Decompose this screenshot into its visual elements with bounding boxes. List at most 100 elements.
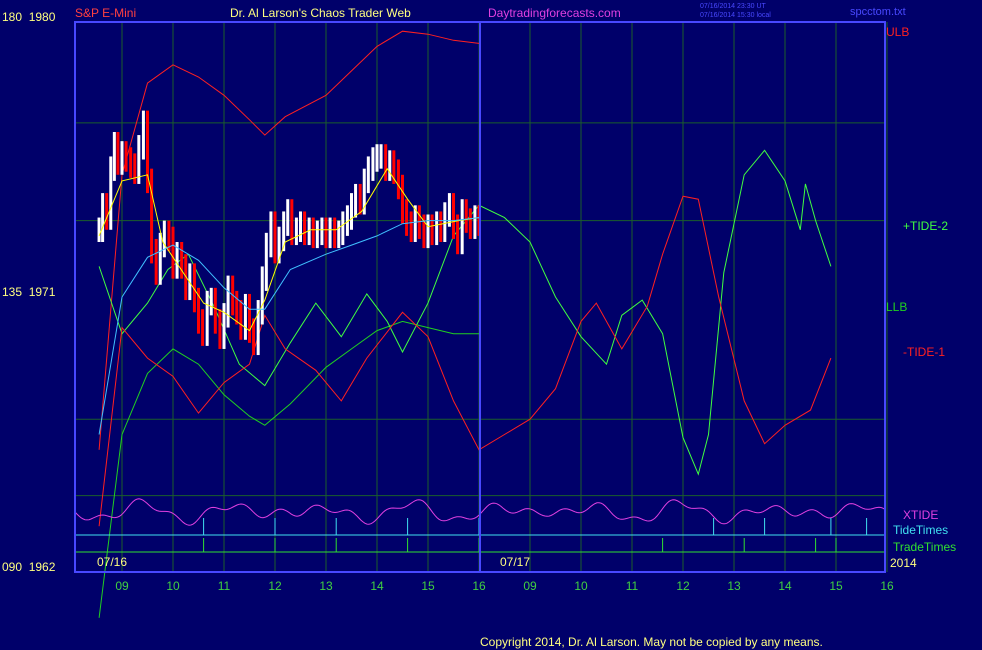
hour-tick-label: 12 xyxy=(676,579,690,593)
hour-tick-label: 10 xyxy=(574,579,588,593)
price-bar xyxy=(311,217,315,249)
band-lines xyxy=(98,30,832,618)
price-bar xyxy=(171,226,175,279)
price-bar xyxy=(120,141,124,175)
price-bar xyxy=(460,199,464,255)
price-bar xyxy=(154,238,158,285)
hour-tick-label: 16 xyxy=(880,579,894,593)
hour-tick-label: 11 xyxy=(218,579,231,593)
timestamp-ut: 07/16/2014 23:30 UT xyxy=(700,3,766,10)
legend-tide2: +TIDE-2 xyxy=(903,219,948,233)
legend-xtide: XTIDE xyxy=(903,508,938,522)
hour-tick-label: 16 xyxy=(472,579,486,593)
price-bar xyxy=(105,193,109,230)
price-bar xyxy=(358,183,362,215)
price-bar xyxy=(371,147,375,181)
price-bar xyxy=(201,309,205,346)
legend-tide1: -TIDE-1 xyxy=(903,345,945,359)
price-bar xyxy=(384,144,388,181)
price-bar xyxy=(315,220,319,249)
series-line xyxy=(98,149,832,476)
price-bar xyxy=(430,214,434,246)
price-bar xyxy=(264,232,268,291)
hour-tick-label: 09 xyxy=(115,579,129,593)
y-label-bottom: 090 1962 xyxy=(2,560,56,574)
legend-llb: LLB xyxy=(886,300,907,314)
symbol-label: S&P E-Mini xyxy=(75,6,136,20)
price-bar xyxy=(375,144,379,172)
date-left: 07/16 xyxy=(97,555,127,569)
y-label-top: 180 1980 xyxy=(2,10,56,24)
price-bar xyxy=(299,211,302,242)
price-bar xyxy=(337,220,341,249)
hour-tick-label: 10 xyxy=(166,579,180,593)
price-bar xyxy=(97,217,101,242)
copyright: Copyright 2014, Dr. Al Larson. May not b… xyxy=(480,635,823,649)
price-bar xyxy=(213,287,217,334)
price-bar xyxy=(447,193,451,227)
site-link[interactable]: Daytradingforecasts.com xyxy=(488,6,621,20)
price-bar xyxy=(443,202,447,242)
price-bar xyxy=(235,290,239,325)
price-bar xyxy=(116,132,120,175)
price-bar xyxy=(260,266,264,325)
price-bar xyxy=(468,208,472,239)
hour-tick-label: 09 xyxy=(523,579,537,593)
price-bar xyxy=(180,242,184,279)
price-bar xyxy=(269,211,273,258)
chart-canvas: S&P E-Mini Dr. Al Larson's Chaos Trader … xyxy=(2,3,956,649)
file-name: spcctom.txt xyxy=(850,6,906,18)
price-bar xyxy=(452,193,455,239)
hour-tick-label: 13 xyxy=(727,579,741,593)
price-bar xyxy=(150,168,154,264)
price-bar xyxy=(473,205,477,239)
price-bar xyxy=(409,211,413,242)
price-bar xyxy=(401,174,404,224)
price-bar xyxy=(350,193,353,230)
price-bar xyxy=(439,211,443,242)
legend-ulb: ULB xyxy=(886,25,909,39)
price-bar xyxy=(112,132,116,181)
price-bar xyxy=(388,150,392,181)
price-bar xyxy=(209,287,213,316)
price-bar xyxy=(328,217,332,249)
price-bar xyxy=(158,232,162,285)
price-bar xyxy=(405,199,409,236)
y-label-mid: 135 1971 xyxy=(2,285,56,299)
hour-tick-label: 15 xyxy=(421,579,435,593)
price-bar xyxy=(303,211,307,246)
price-bar xyxy=(141,110,145,160)
site-title: Dr. Al Larson's Chaos Trader Web xyxy=(230,6,411,20)
price-bar xyxy=(109,156,113,230)
legend-tidetimes: TideTimes xyxy=(893,523,948,537)
price-bar xyxy=(366,156,370,194)
series-line xyxy=(98,195,832,527)
price-bar xyxy=(133,153,137,184)
price-bar xyxy=(286,199,290,236)
hour-tick-label: 14 xyxy=(778,579,792,593)
date-mid: 07/17 xyxy=(500,555,530,569)
price-bar xyxy=(222,303,226,349)
price-bar xyxy=(294,217,298,246)
price-bar xyxy=(435,211,439,246)
price-bar xyxy=(320,217,324,246)
price-bar xyxy=(396,159,400,200)
price-bar xyxy=(273,211,277,264)
price-bar xyxy=(426,214,430,249)
price-bar xyxy=(124,141,128,172)
price-bar xyxy=(205,290,209,346)
price-bars xyxy=(97,110,481,356)
price-bar xyxy=(226,275,230,328)
price-bar xyxy=(129,147,133,178)
price-bar xyxy=(218,309,222,349)
hour-tick-label: 11 xyxy=(626,579,639,593)
hour-tick-label: 13 xyxy=(319,579,333,593)
price-bar xyxy=(256,300,260,356)
price-bar xyxy=(341,211,345,246)
year-label: 2014 xyxy=(890,556,917,570)
price-bar xyxy=(248,293,251,343)
price-bar xyxy=(354,183,358,218)
price-bar xyxy=(333,217,337,249)
hour-tick-label: 15 xyxy=(829,579,843,593)
hour-tick-label: 14 xyxy=(370,579,384,593)
